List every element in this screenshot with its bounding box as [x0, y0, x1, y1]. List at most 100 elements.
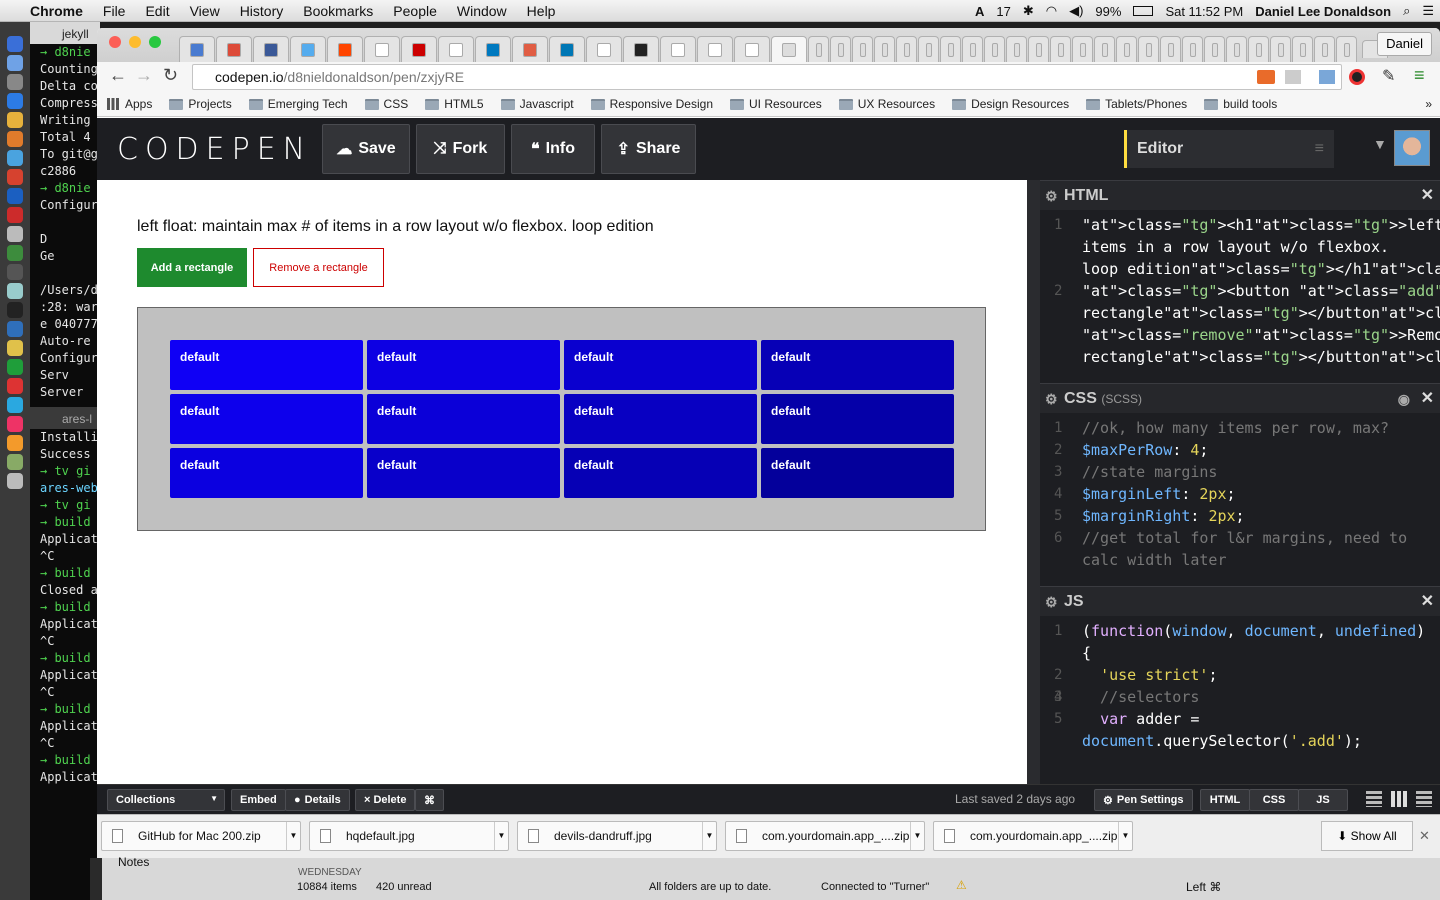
dock-app-icon[interactable] [7, 397, 23, 413]
spotlight-icon[interactable]: ⌕ [1397, 3, 1416, 19]
gear-icon[interactable]: ⚙ [1045, 587, 1058, 617]
caret-down-icon[interactable]: ▼ [1118, 822, 1132, 850]
keyboard-shortcuts-button[interactable]: ⌘ [415, 789, 444, 811]
browser-tab[interactable] [1094, 36, 1115, 62]
minimize-window-icon[interactable] [129, 36, 141, 48]
dock-app-icon[interactable] [7, 112, 23, 128]
dock-app-icon[interactable] [7, 340, 23, 356]
dock-app-icon[interactable] [7, 435, 23, 451]
chevron-down-icon[interactable]: ▼ [1373, 136, 1387, 152]
adobe-icon[interactable]: A [969, 4, 990, 19]
browser-tab[interactable] [660, 36, 696, 62]
notification-count[interactable]: 17 [990, 4, 1016, 19]
browser-tab[interactable] [1072, 36, 1093, 62]
extension-icon[interactable] [1319, 70, 1335, 84]
dock-app-icon[interactable] [7, 473, 23, 489]
bookmark-folder[interactable]: Tablets/Phones [1086, 97, 1187, 111]
browser-tab[interactable] [830, 36, 851, 62]
browser-tab[interactable] [771, 36, 807, 62]
share-button[interactable]: ⇪ Share [601, 124, 696, 174]
menu-history[interactable]: History [230, 3, 294, 19]
browser-tab[interactable] [1138, 36, 1159, 62]
browser-tab[interactable] [918, 36, 939, 62]
profile-button[interactable]: Daniel [1377, 32, 1432, 56]
caret-down-icon[interactable]: ▼ [702, 822, 716, 850]
collections-dropdown[interactable]: Collections ▼ [107, 789, 225, 811]
menu-view[interactable]: View [180, 3, 230, 19]
close-icon[interactable]: ✕ [1421, 181, 1434, 211]
pane-resize-handle[interactable] [1027, 180, 1040, 784]
dock-app-icon[interactable] [7, 131, 23, 147]
gear-icon[interactable]: ⚙ [1045, 384, 1058, 414]
bookmark-folder[interactable]: HTML5 [425, 97, 484, 111]
gear-icon[interactable]: ⚙ [1045, 181, 1058, 211]
menu-people[interactable]: People [383, 3, 447, 19]
toggle-html[interactable]: HTML [1200, 789, 1250, 811]
clock[interactable]: Sat 11:52 PM [1159, 4, 1249, 19]
menu-app-name[interactable]: Chrome [20, 3, 93, 19]
dock-app-icon[interactable] [7, 264, 23, 280]
menu-help[interactable]: Help [517, 3, 566, 19]
browser-tab[interactable] [1182, 36, 1203, 62]
browser-tab[interactable] [1226, 36, 1247, 62]
browser-tab[interactable] [623, 36, 659, 62]
bookmark-folder[interactable]: Emerging Tech [248, 97, 348, 111]
download-item[interactable]: com.yourdomain.app_....zip ▼ [725, 821, 925, 851]
browser-tab[interactable] [1028, 36, 1049, 62]
save-button[interactable]: ☁ Save [322, 124, 410, 174]
browser-tab[interactable] [1116, 36, 1137, 62]
menu-bookmarks[interactable]: Bookmarks [293, 3, 383, 19]
browser-tab[interactable] [1204, 36, 1225, 62]
codepen-logo[interactable]: CODEPEN [117, 132, 312, 167]
browser-tab[interactable] [1336, 36, 1357, 62]
bookmark-folder[interactable]: Javascript [500, 97, 574, 111]
delete-button[interactable]: × Delete [355, 789, 416, 811]
close-icon[interactable]: ✕ [1421, 384, 1434, 414]
user-name[interactable]: Daniel Lee Donaldson [1249, 4, 1397, 19]
bookmark-folder[interactable]: UX Resources [838, 97, 935, 111]
dock-app-icon[interactable] [7, 245, 23, 261]
dock-app-icon[interactable] [7, 416, 23, 432]
details-button[interactable]: ● Details [285, 789, 350, 811]
notes-label[interactable]: Notes [118, 855, 149, 869]
toggle-js[interactable]: JS [1298, 789, 1348, 811]
terminal-tab-jekyll[interactable]: jekyll [30, 22, 100, 44]
browser-tab[interactable] [179, 36, 215, 62]
js-editor-header[interactable]: ⚙ JS ✕ [1040, 586, 1440, 616]
battery-percent[interactable]: 99% [1089, 4, 1127, 19]
view-switcher[interactable]: Editor ≡ [1124, 130, 1334, 168]
close-shelf-icon[interactable]: ✕ [1419, 828, 1430, 844]
dock-app-icon[interactable] [7, 74, 23, 90]
extension-icon[interactable] [1285, 70, 1301, 84]
browser-tab[interactable] [734, 36, 770, 62]
browser-tab[interactable] [327, 36, 363, 62]
toggle-css[interactable]: CSS [1249, 789, 1299, 811]
browser-tab[interactable] [1006, 36, 1027, 62]
browser-tab[interactable] [962, 36, 983, 62]
browser-tab[interactable] [1292, 36, 1313, 62]
dock-app-icon[interactable] [7, 302, 23, 318]
browser-tab[interactable] [808, 36, 829, 62]
bookmark-folder[interactable]: Design Resources [952, 97, 1069, 111]
bookmark-apps[interactable]: Apps [107, 97, 152, 111]
warning-icon[interactable]: ⚠ [956, 878, 967, 892]
browser-tab[interactable] [1050, 36, 1071, 62]
browser-tab[interactable] [512, 36, 548, 62]
back-icon[interactable]: ← [109, 65, 127, 86]
terminal-tab-ares[interactable]: ares-l [30, 407, 100, 429]
dock-app-icon[interactable] [7, 454, 23, 470]
menu-file[interactable]: File [93, 3, 136, 19]
dock-app-icon[interactable] [7, 55, 23, 71]
eyedropper-icon[interactable]: ✎ [1382, 66, 1395, 86]
dock-app-icon[interactable] [7, 169, 23, 185]
browser-tab[interactable] [984, 36, 1005, 62]
remove-rectangle-button[interactable]: Remove a rectangle [253, 248, 384, 287]
eye-icon[interactable]: ◉ [1398, 384, 1410, 414]
dock-app-icon[interactable] [7, 207, 23, 223]
js-code-editor[interactable]: 1 (function(window, document, undefined) {… [1040, 620, 1440, 784]
show-all-downloads-button[interactable]: ⬇ Show All [1321, 821, 1413, 851]
bookmarks-overflow-icon[interactable]: » [1425, 97, 1432, 111]
dock-app-icon[interactable] [7, 93, 23, 109]
css-editor-header[interactable]: ⚙ CSS (SCSS) ◉ ✕ [1040, 383, 1440, 413]
download-item[interactable]: com.yourdomain.app_....zip ▼ [933, 821, 1133, 851]
